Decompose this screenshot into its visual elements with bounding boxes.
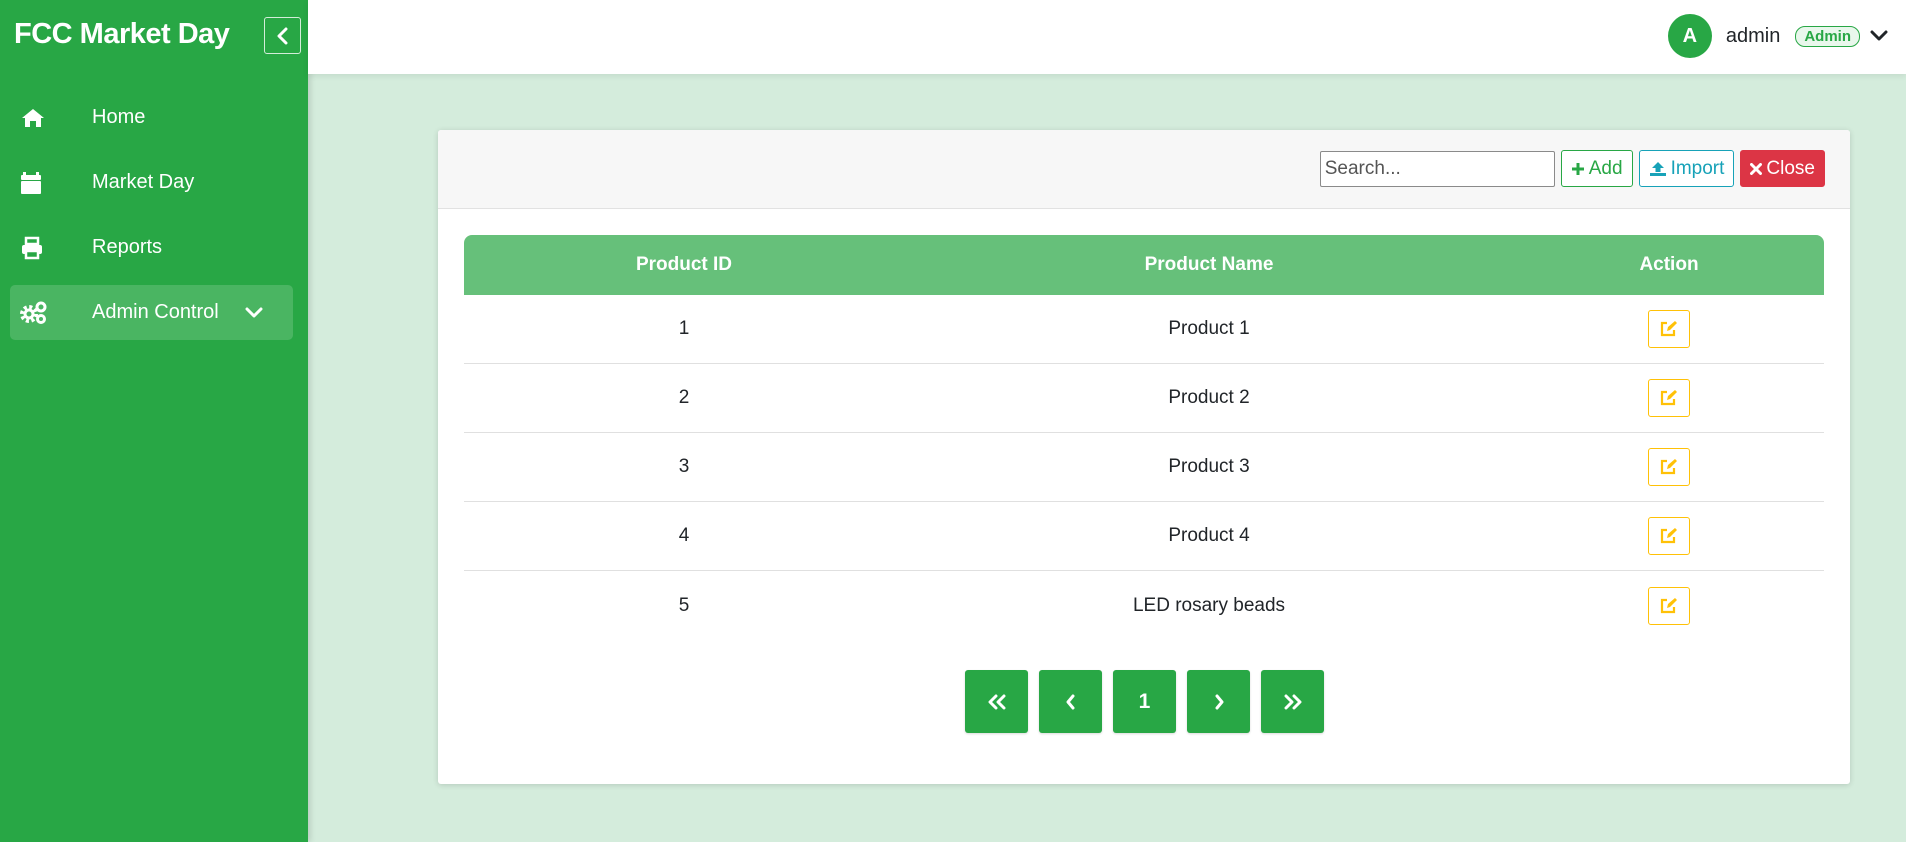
username: admin — [1725, 24, 1781, 47]
brand-title: FCC Market Day — [14, 18, 230, 50]
product-id-cell: 2 — [678, 387, 690, 408]
printer-icon — [20, 236, 54, 260]
table-row: 4 Product 4 — [464, 502, 1824, 571]
product-name-cell: Product 4 — [1168, 525, 1250, 546]
avatar: A — [1667, 14, 1712, 58]
product-id-cell: 3 — [678, 456, 690, 477]
edit-icon — [1660, 390, 1677, 406]
first-page-button[interactable] — [965, 670, 1028, 733]
edit-button[interactable] — [1648, 379, 1690, 417]
double-chevron-right-icon — [1284, 694, 1301, 709]
close-button[interactable]: Close — [1740, 150, 1825, 187]
last-page-button[interactable] — [1261, 670, 1324, 733]
edit-icon — [1660, 321, 1677, 337]
home-icon — [20, 106, 54, 130]
table-row: 3 Product 3 — [464, 433, 1824, 502]
toolbar: Add Import Close — [1319, 150, 1825, 187]
plus-icon — [1571, 162, 1584, 175]
edit-icon — [1660, 597, 1677, 613]
close-button-label: Close — [1766, 157, 1815, 179]
page-number-button[interactable]: 1 — [1113, 670, 1176, 733]
chevron-left-icon — [1066, 694, 1074, 709]
edit-icon — [1660, 528, 1677, 544]
chevron-left-icon — [277, 27, 287, 44]
products-card: Add Import Close Product ID Product Name… — [438, 130, 1850, 784]
topbar: A admin Admin — [308, 0, 1906, 74]
sidebar-nav: Home Market Day Reports Admin Control — [10, 90, 293, 350]
chevron-right-icon — [1215, 694, 1223, 709]
user-menu[interactable]: A admin Admin — [1667, 14, 1888, 58]
edit-button[interactable] — [1648, 517, 1690, 555]
edit-button[interactable] — [1648, 310, 1690, 348]
edit-icon — [1660, 459, 1677, 475]
sidebar-item-reports[interactable]: Reports — [10, 220, 293, 275]
sidebar: FCC Market Day Home Market Day Reports A… — [0, 0, 308, 842]
cogs-icon — [20, 301, 54, 325]
close-icon — [1750, 162, 1763, 175]
sidebar-item-label: Admin Control — [92, 301, 219, 323]
product-name-cell: Product 1 — [1168, 318, 1250, 339]
product-id-cell: 4 — [678, 525, 690, 546]
add-button[interactable]: Add — [1560, 150, 1633, 187]
search-input[interactable] — [1319, 150, 1555, 187]
column-header-action: Action — [1639, 254, 1699, 275]
edit-button[interactable] — [1648, 448, 1690, 486]
sidebar-item-label: Market Day — [92, 171, 195, 193]
sidebar-item-label: Reports — [92, 236, 163, 258]
pagination: 1 — [965, 670, 1324, 733]
product-id-cell: 5 — [678, 594, 690, 616]
products-table: Product ID Product Name Action 1 Product… — [464, 235, 1824, 640]
double-chevron-left-icon — [988, 694, 1005, 709]
sidebar-item-home[interactable]: Home — [10, 90, 293, 145]
role-badge: Admin — [1795, 25, 1860, 47]
chevron-down-icon — [1870, 30, 1888, 42]
column-header-product-name: Product Name — [1144, 254, 1274, 275]
product-name-cell: Product 3 — [1168, 456, 1250, 477]
table-header: Product ID Product Name Action — [464, 235, 1824, 295]
sidebar-item-label: Home — [92, 106, 146, 128]
add-button-label: Add — [1588, 157, 1623, 179]
sidebar-item-admin-control[interactable]: Admin Control — [10, 285, 293, 340]
upload-icon — [1649, 161, 1666, 176]
edit-button[interactable] — [1648, 586, 1690, 625]
import-button[interactable]: Import — [1638, 150, 1735, 187]
column-header-product-id: Product ID — [635, 254, 733, 275]
next-page-button[interactable] — [1187, 670, 1250, 733]
product-name-cell: Product 2 — [1168, 387, 1250, 408]
calendar-icon — [20, 171, 54, 195]
previous-page-button[interactable] — [1039, 670, 1102, 733]
sidebar-collapse-button[interactable] — [264, 17, 301, 54]
chevron-down-icon — [245, 307, 263, 319]
product-name-cell: LED rosary beads — [1132, 594, 1286, 616]
table-row: 1 Product 1 — [464, 295, 1824, 364]
product-id-cell: 1 — [678, 318, 690, 339]
table-row: 5 LED rosary beads — [464, 571, 1824, 640]
card-header: Add Import Close — [438, 130, 1850, 209]
table-row: 2 Product 2 — [464, 364, 1824, 433]
import-button-label: Import — [1670, 157, 1725, 179]
sidebar-item-market-day[interactable]: Market Day — [10, 155, 293, 210]
